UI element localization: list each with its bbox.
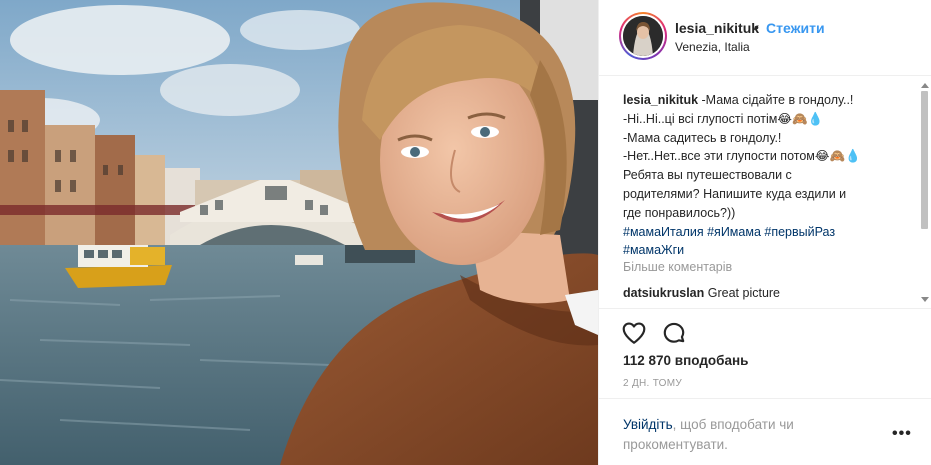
like-button[interactable] [621, 320, 647, 346]
caption-line: Ребята вы путешествовали с [623, 168, 792, 183]
comment-username-link[interactable]: datsiukruslan [623, 286, 704, 300]
hashtag-link[interactable]: #яИмама [707, 225, 761, 239]
post-caption: lesia_nikituk -Мама сідайте в гондолу..!… [623, 91, 911, 260]
location-link[interactable]: Venezia, Italia [675, 40, 750, 54]
scroll-up-arrow-icon[interactable] [921, 83, 929, 88]
comments-section[interactable]: lesia_nikituk -Мама сідайте в гондолу..!… [599, 77, 931, 309]
post-sidebar: lesia_nikituk • Стежити Venezia, Italia … [598, 0, 931, 465]
photo-illustration [0, 0, 598, 465]
post-timestamp[interactable]: 2 ДН. ТОМУ [623, 378, 682, 389]
caption-username-link[interactable]: lesia_nikituk [623, 93, 698, 107]
instagram-post: lesia_nikituk • Стежити Venezia, Italia … [0, 0, 931, 465]
speech-bubble-icon [663, 322, 685, 343]
likes-count[interactable]: 112 870 вподобань [623, 353, 748, 368]
hashtag-link[interactable]: #мамаЖги [623, 243, 684, 257]
scroll-down-arrow-icon[interactable] [921, 297, 929, 302]
caption-line: -Ні..Ні..ці всі глупості потім😂🙈💧 [623, 111, 824, 126]
caption-line: -Мама сідайте в гондолу..! [698, 93, 854, 107]
follow-button[interactable]: Стежити [766, 20, 825, 36]
header-username-link[interactable]: lesia_nikituk [675, 20, 759, 36]
post-header: lesia_nikituk • Стежити Venezia, Italia [599, 0, 931, 76]
header-separator: • [754, 19, 759, 35]
avatar[interactable] [619, 12, 667, 60]
hashtag-link[interactable]: #мамаИталия [623, 225, 704, 239]
caption-line: -Мама садитесь в гондолу.! [623, 130, 782, 145]
heart-outline-icon [622, 322, 646, 344]
post-photo[interactable] [0, 0, 598, 465]
comments-scrollbar[interactable] [919, 77, 930, 308]
caption-line: -Нет..Нет..все эти глупости потом😂🙈💧 [623, 149, 861, 164]
comment-item: datsiukruslan Great picture [623, 286, 780, 300]
login-prompt-bar: Увійдіть, щоб вподобати чи прокоментуват… [599, 398, 931, 465]
comment-button[interactable] [661, 320, 687, 346]
scrollbar-thumb[interactable] [921, 91, 928, 229]
login-link[interactable]: Увійдіть [623, 417, 673, 432]
login-prompt: Увійдіть, щоб вподобати чи прокоментуват… [623, 415, 863, 455]
caption-line: родителями? Напишите куда ездили и [623, 186, 847, 201]
more-options-icon[interactable]: ••• [892, 426, 912, 442]
comment-text: Great picture [704, 286, 781, 300]
caption-line: где понравилось?)) [623, 205, 736, 220]
load-more-comments-button[interactable]: Більше коментарів [623, 260, 732, 274]
avatar-image [623, 16, 663, 56]
hashtag-link[interactable]: #первыйРаз [764, 225, 835, 239]
